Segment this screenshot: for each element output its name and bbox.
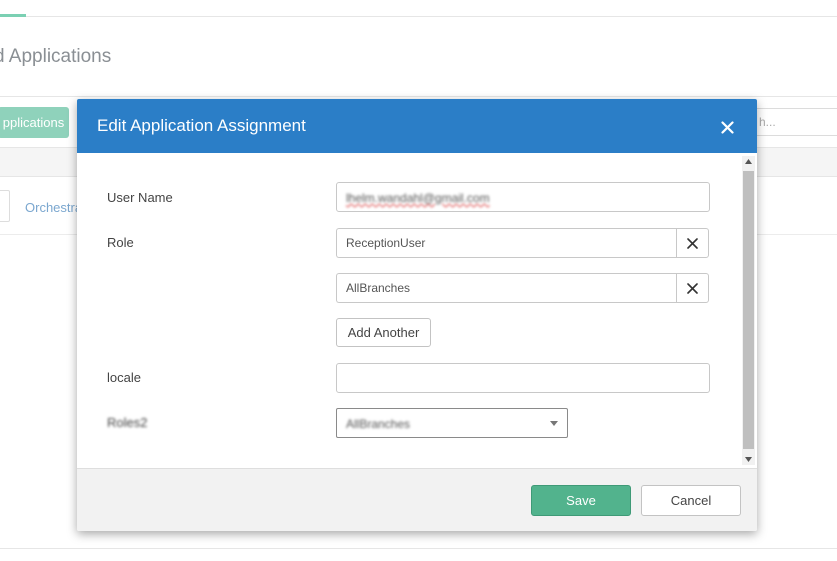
locale-input[interactable] bbox=[336, 363, 710, 393]
remove-icon bbox=[687, 237, 698, 249]
modal-header: Edit Application Assignment bbox=[77, 99, 757, 153]
modal-body: User Name lhelm.wandahl@gmail.com Role R… bbox=[77, 153, 757, 468]
background-applications-button[interactable]: pplications bbox=[0, 107, 69, 138]
remove-role-2-button[interactable] bbox=[676, 273, 709, 303]
background-row-link[interactable]: Orchestra bbox=[25, 200, 77, 215]
roles2-select[interactable]: AllBranches bbox=[336, 408, 568, 438]
background-active-tab-indicator bbox=[0, 14, 26, 17]
modal-scrollbar[interactable] bbox=[742, 156, 755, 465]
scrollbar-thumb[interactable] bbox=[743, 171, 754, 449]
background-row-checkbox[interactable] bbox=[0, 190, 10, 222]
scroll-up-icon[interactable] bbox=[744, 157, 753, 166]
save-button[interactable]: Save bbox=[531, 485, 631, 516]
cancel-button[interactable]: Cancel bbox=[641, 485, 741, 516]
background-page-title: d Applications bbox=[0, 46, 112, 67]
background-bottom-divider bbox=[0, 548, 837, 549]
roles2-label: Roles2 bbox=[107, 415, 148, 430]
background-divider bbox=[0, 96, 837, 97]
background-tab-bar bbox=[0, 0, 837, 17]
remove-role-1-button[interactable] bbox=[676, 228, 709, 258]
remove-icon bbox=[687, 282, 698, 294]
user-name-input[interactable]: lhelm.wandahl@gmail.com bbox=[336, 182, 710, 212]
modal-title: Edit Application Assignment bbox=[97, 116, 306, 135]
add-another-button[interactable]: Add Another bbox=[336, 318, 431, 347]
scroll-down-icon[interactable] bbox=[744, 455, 753, 464]
user-name-value: lhelm.wandahl@gmail.com bbox=[346, 191, 490, 205]
chevron-down-icon bbox=[550, 421, 558, 426]
edit-application-assignment-modal: Edit Application Assignment User Name lh… bbox=[77, 99, 757, 531]
page: d Applications pplications h... Orchestr… bbox=[0, 0, 837, 561]
locale-label: locale bbox=[107, 370, 141, 385]
role-entry-1 bbox=[336, 228, 710, 258]
close-button[interactable] bbox=[717, 117, 737, 137]
user-name-label: User Name bbox=[107, 190, 173, 205]
role-label: Role bbox=[107, 235, 134, 250]
roles2-selected-value: AllBranches bbox=[346, 417, 411, 431]
role-input-2[interactable] bbox=[336, 273, 677, 303]
background-search-input[interactable]: h... bbox=[756, 108, 837, 136]
close-icon bbox=[720, 120, 734, 134]
modal-footer: Save Cancel bbox=[77, 468, 757, 531]
role-entry-2 bbox=[336, 273, 710, 303]
role-input-1[interactable] bbox=[336, 228, 677, 258]
